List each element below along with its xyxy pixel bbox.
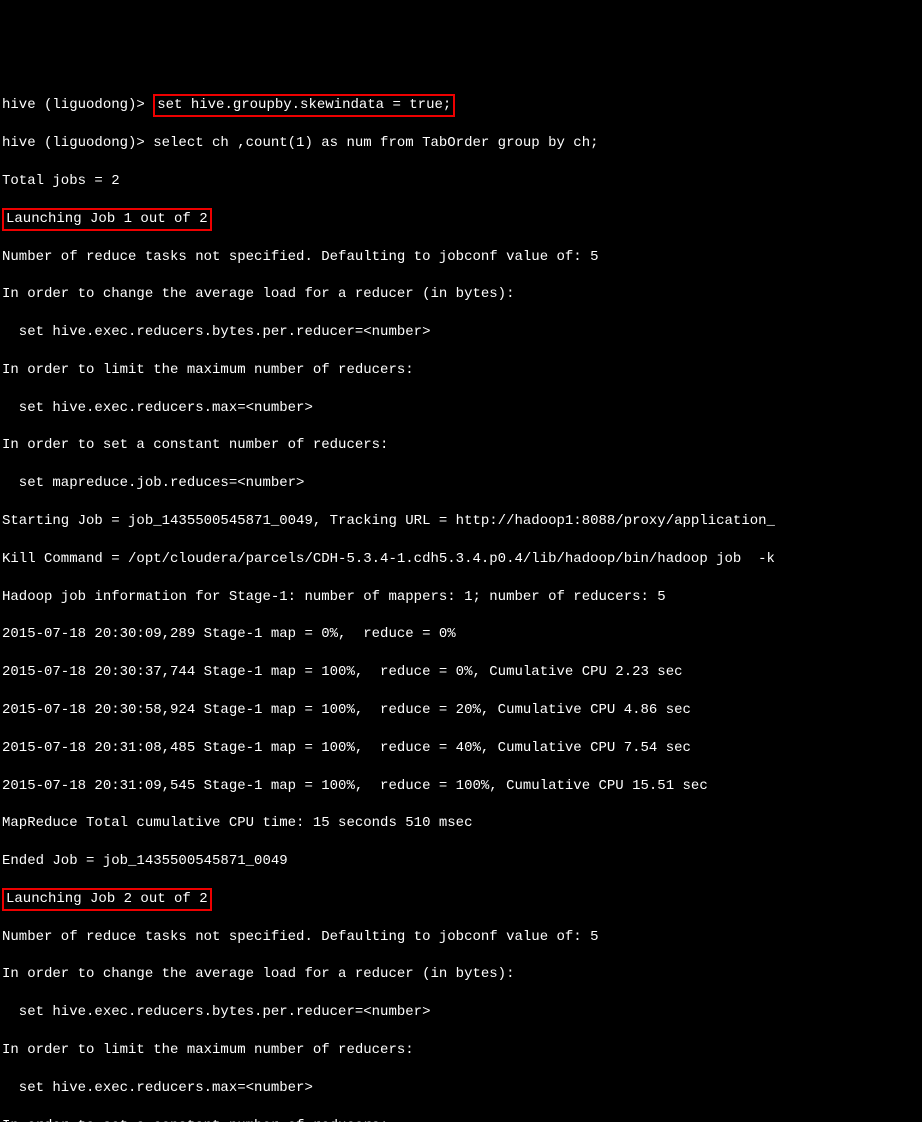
set-reducers-max-1: set hive.exec.reducers.max=<number> [2,399,922,418]
total-jobs: Total jobs = 2 [2,172,922,191]
hive-prompt: hive (liguodong)> [2,97,153,113]
launching-job-2: Launching Job 2 out of 2 [2,890,922,909]
progress-100-20: 2015-07-18 20:30:58,924 Stage-1 map = 10… [2,701,922,720]
set-job-reduces-1: set mapreduce.job.reduces=<number> [2,474,922,493]
progress-0-0: 2015-07-18 20:30:09,289 Stage-1 map = 0%… [2,625,922,644]
avg-load-hint-2: In order to change the average load for … [2,965,922,984]
mapreduce-total-cpu: MapReduce Total cumulative CPU time: 15 … [2,814,922,833]
query-line: hive (liguodong)> select ch ,count(1) as… [2,134,922,153]
highlight-job2: Launching Job 2 out of 2 [2,888,212,911]
limit-reducers-hint-2: In order to limit the maximum number of … [2,1041,922,1060]
reduce-tasks-note-2: Number of reduce tasks not specified. De… [2,928,922,947]
terminal-output[interactable]: hive (liguodong)> set hive.groupby.skewi… [0,76,922,1122]
set-bytes-per-reducer-2: set hive.exec.reducers.bytes.per.reducer… [2,1003,922,1022]
limit-reducers-hint-1: In order to limit the maximum number of … [2,361,922,380]
avg-load-hint-1: In order to change the average load for … [2,285,922,304]
launching-job-1: Launching Job 1 out of 2 [2,210,922,229]
ended-job: Ended Job = job_1435500545871_0049 [2,852,922,871]
progress-100-100: 2015-07-18 20:31:09,545 Stage-1 map = 10… [2,777,922,796]
highlight-set-skewindata: set hive.groupby.skewindata = true; [153,94,455,117]
progress-100-0: 2015-07-18 20:30:37,744 Stage-1 map = 10… [2,663,922,682]
starting-job: Starting Job = job_1435500545871_0049, T… [2,512,922,531]
highlight-job1: Launching Job 1 out of 2 [2,208,212,231]
set-reducers-max-2: set hive.exec.reducers.max=<number> [2,1079,922,1098]
hadoop-job-info: Hadoop job information for Stage-1: numb… [2,588,922,607]
constant-reducers-hint-2: In order to set a constant number of red… [2,1117,922,1122]
kill-command: Kill Command = /opt/cloudera/parcels/CDH… [2,550,922,569]
reduce-tasks-note-1: Number of reduce tasks not specified. De… [2,248,922,267]
progress-100-40: 2015-07-18 20:31:08,485 Stage-1 map = 10… [2,739,922,758]
set-bytes-per-reducer-1: set hive.exec.reducers.bytes.per.reducer… [2,323,922,342]
prompt-line: hive (liguodong)> set hive.groupby.skewi… [2,96,922,115]
constant-reducers-hint-1: In order to set a constant number of red… [2,436,922,455]
